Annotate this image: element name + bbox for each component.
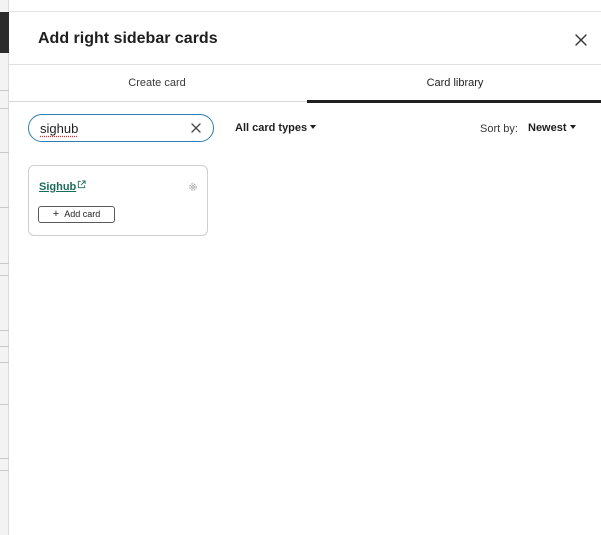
add-sidebar-cards-dialog: Add right sidebar cards Create card Card…: [9, 12, 601, 535]
background-top-edge: [0, 0, 601, 12]
tab-label: Create card: [128, 77, 186, 89]
background-divider: [0, 330, 9, 331]
tab-bar: Create card Card library: [9, 65, 601, 103]
card-types-label: All card types: [235, 122, 308, 134]
background-divider: [0, 470, 9, 471]
dialog-title: Add right sidebar cards: [38, 30, 218, 47]
background-divider: [0, 207, 9, 208]
background-divider: [0, 404, 9, 405]
background-divider: [0, 275, 9, 276]
plus-icon: +: [52, 208, 60, 220]
close-icon: [575, 34, 587, 46]
card-types-dropdown[interactable]: All card types: [235, 122, 317, 134]
add-card-button[interactable]: + Add card: [38, 206, 115, 223]
sort-value: Newest: [528, 122, 567, 134]
close-button[interactable]: [570, 29, 592, 51]
background-divider: [0, 263, 9, 264]
clear-icon: [191, 123, 201, 133]
background-divider: [0, 346, 9, 347]
library-card: Sighub + Add card: [28, 165, 208, 236]
external-link-icon: [78, 180, 86, 189]
clear-search-button[interactable]: [189, 121, 203, 135]
sort-label: Sort by:: [480, 123, 518, 135]
search-input[interactable]: sighub: [28, 114, 214, 142]
background-divider: [0, 108, 9, 109]
background-divider: [0, 362, 9, 363]
tab-card-library[interactable]: Card library: [307, 65, 601, 103]
sort-dropdown[interactable]: Newest: [528, 122, 576, 134]
card-title: Sighub: [39, 181, 77, 193]
background-dark-block: [0, 12, 9, 53]
caret-down-icon: [569, 125, 576, 130]
gear-icon[interactable]: [187, 181, 199, 193]
active-tab-indicator: [307, 100, 601, 103]
tab-label: Card library: [426, 77, 484, 89]
card-title-link[interactable]: Sighub: [39, 180, 86, 193]
search-value[interactable]: sighub: [40, 121, 78, 136]
add-card-label: Add card: [64, 209, 101, 219]
caret-down-icon: [310, 125, 317, 130]
dialog-header: Add right sidebar cards: [9, 12, 601, 65]
background-divider: [0, 152, 9, 153]
background-divider: [0, 90, 9, 91]
background-divider: [0, 458, 9, 459]
tab-create-card[interactable]: Create card: [9, 65, 305, 102]
background-page-strip: [0, 0, 9, 535]
